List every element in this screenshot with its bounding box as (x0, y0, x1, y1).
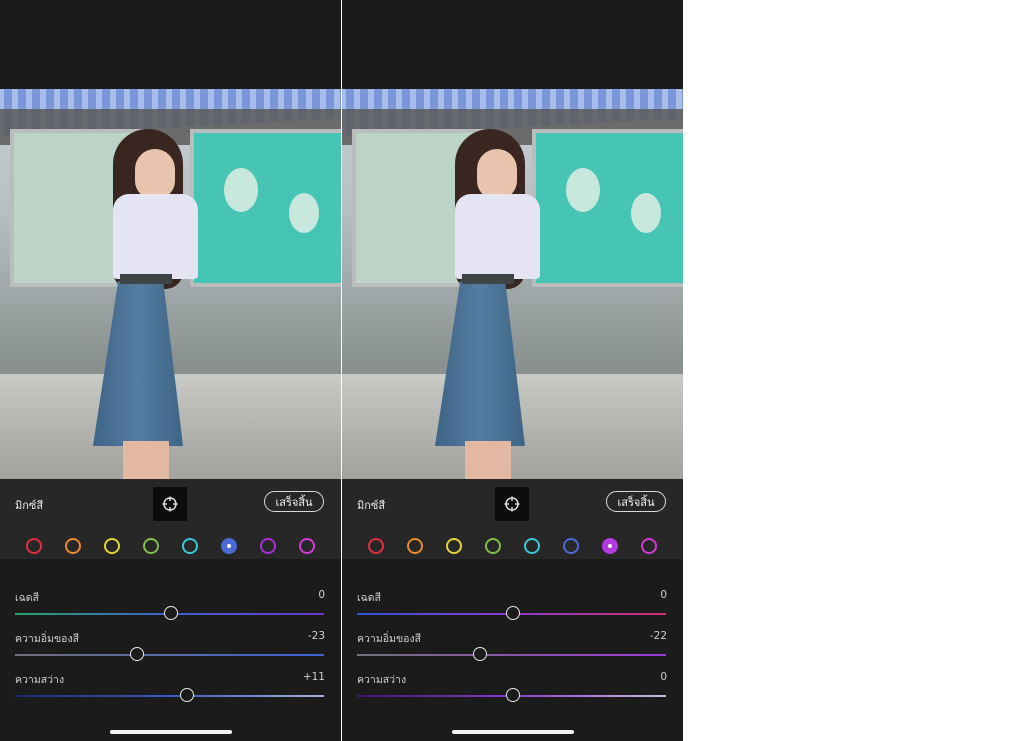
slider-value: 0 (660, 671, 667, 683)
subject-skirt (93, 281, 183, 446)
slider-knob[interactable] (129, 647, 144, 661)
color-swatch[interactable] (143, 538, 159, 554)
photo-board-spot (224, 168, 258, 212)
selected-dot (227, 544, 231, 548)
color-swatch[interactable] (641, 538, 657, 554)
slider-track[interactable] (15, 654, 324, 656)
hsl-sliders: เฉดสี 0 ความอิ่มของสี -23 ความสว่าง +11 (0, 559, 341, 741)
photo-preview (0, 89, 341, 479)
target-adjust-icon (162, 496, 178, 512)
photo-subject (85, 129, 215, 479)
home-indicator (110, 730, 232, 734)
selected-dot (608, 544, 612, 548)
hsl-sliders: เฉดสี 0 ความอิ่มของสี -22 ความสว่าง 0 (342, 559, 683, 741)
target-adjust-icon (504, 496, 520, 512)
slider-knob[interactable] (163, 606, 178, 620)
color-swatch[interactable] (26, 538, 42, 554)
color-swatch[interactable] (368, 538, 384, 554)
color-swatch[interactable] (602, 538, 618, 554)
done-button[interactable]: เสร็จสิ้น (606, 491, 666, 512)
done-button[interactable]: เสร็จสิ้น (264, 491, 324, 512)
slider-luminance: ความสว่าง +11 (0, 671, 341, 711)
color-swatch[interactable] (104, 538, 120, 554)
slider-label: ความอิ่มของสี (357, 633, 421, 645)
subject-shirt (455, 194, 540, 279)
subject-belt (462, 274, 514, 284)
photo-subject (427, 129, 557, 479)
slider-knob[interactable] (473, 647, 488, 661)
slider-knob[interactable] (505, 606, 520, 620)
slider-value: -22 (649, 630, 667, 642)
subject-skirt (435, 281, 525, 446)
slider-track[interactable] (357, 654, 666, 656)
slider-value: +11 (302, 671, 325, 683)
photo-board-spot (566, 168, 600, 212)
photo-board-spot (631, 193, 661, 233)
slider-knob[interactable] (505, 688, 520, 702)
color-mix-title: มิกซ์สี (15, 499, 44, 512)
target-adjust-button[interactable] (153, 487, 187, 521)
color-swatch[interactable] (407, 538, 423, 554)
home-indicator (452, 730, 574, 734)
subject-belt (120, 274, 172, 284)
color-swatch[interactable] (299, 538, 315, 554)
subject-shirt (113, 194, 198, 279)
color-mix-toolbar: มิกซ์สี เสร็จสิ้น (0, 479, 341, 559)
slider-label: ความอิ่มของสี (15, 633, 79, 645)
slider-saturation: ความอิ่มของสี -23 (0, 630, 341, 670)
photo-preview (342, 89, 683, 479)
color-swatch[interactable] (260, 538, 276, 554)
subject-face (477, 149, 517, 199)
color-swatch[interactable] (182, 538, 198, 554)
color-swatch[interactable] (221, 538, 237, 554)
slider-saturation: ความอิ่มของสี -22 (342, 630, 683, 670)
slider-value: 0 (660, 589, 667, 601)
slider-luminance: ความสว่าง 0 (342, 671, 683, 711)
photo-board-spot (289, 193, 319, 233)
subject-legs (123, 441, 169, 479)
color-swatch[interactable] (524, 538, 540, 554)
editor-panel-left: มิกซ์สี เสร็จสิ้น เฉดสี 0 ความอิ่มของสี … (0, 0, 341, 741)
color-mix-toolbar: มิกซ์สี เสร็จสิ้น (342, 479, 683, 559)
color-swatch[interactable] (446, 538, 462, 554)
slider-track[interactable] (15, 695, 324, 697)
slider-hue: เฉดสี 0 (0, 589, 341, 629)
color-mix-title: มิกซ์สี (357, 499, 386, 512)
slider-hue: เฉดสี 0 (342, 589, 683, 629)
slider-label: เฉดสี (357, 592, 381, 604)
target-adjust-button[interactable] (495, 487, 529, 521)
color-swatch[interactable] (563, 538, 579, 554)
slider-value: -23 (307, 630, 325, 642)
slider-label: ความสว่าง (357, 674, 407, 686)
slider-knob[interactable] (180, 688, 195, 702)
color-swatch[interactable] (65, 538, 81, 554)
subject-face (135, 149, 175, 199)
subject-legs (465, 441, 511, 479)
slider-label: ความสว่าง (15, 674, 65, 686)
slider-label: เฉดสี (15, 592, 39, 604)
editor-panel-right: มิกซ์สี เสร็จสิ้น เฉดสี 0 ความอิ่มของสี … (342, 0, 683, 741)
color-swatch[interactable] (485, 538, 501, 554)
slider-value: 0 (318, 589, 325, 601)
